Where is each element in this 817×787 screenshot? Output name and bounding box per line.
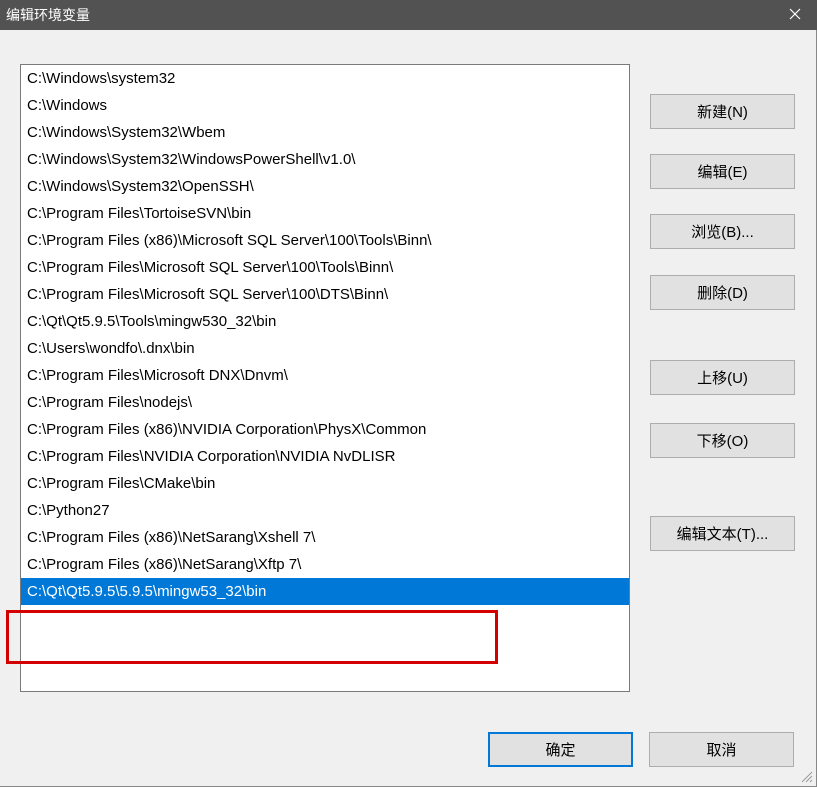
list-item[interactable]: C:\Program Files\CMake\bin [21,470,629,497]
delete-button[interactable]: 删除(D) [650,275,795,310]
list-item[interactable]: C:\Program Files\TortoiseSVN\bin [21,200,629,227]
list-item[interactable]: C:\Program Files\Microsoft DNX\Dnvm\ [21,362,629,389]
list-item[interactable]: C:\Program Files (x86)\NVIDIA Corporatio… [21,416,629,443]
cancel-button[interactable]: 取消 [649,732,794,767]
edit-button[interactable]: 编辑(E) [650,154,795,189]
list-item[interactable]: C:\Program Files (x86)\NetSarang\Xftp 7\ [21,551,629,578]
ok-button[interactable]: 确定 [488,732,633,767]
list-item[interactable]: C:\Users\wondfo\.dnx\bin [21,335,629,362]
close-button[interactable] [772,0,817,30]
close-icon [789,0,801,30]
list-item[interactable]: C:\Windows\System32\WindowsPowerShell\v1… [21,146,629,173]
list-item[interactable]: C:\Python27 [21,497,629,524]
resize-grip[interactable] [799,769,813,783]
move-down-button[interactable]: 下移(O) [650,423,795,458]
list-item[interactable]: C:\Qt\Qt5.9.5\Tools\mingw530_32\bin [21,308,629,335]
move-up-button[interactable]: 上移(U) [650,360,795,395]
path-listbox[interactable]: C:\Windows\system32C:\WindowsC:\Windows\… [20,64,630,692]
list-item[interactable]: C:\Windows [21,92,629,119]
list-item[interactable]: C:\Windows\System32\OpenSSH\ [21,173,629,200]
window-title: 编辑环境变量 [6,0,772,30]
list-item[interactable]: C:\Program Files\Microsoft SQL Server\10… [21,281,629,308]
list-item[interactable]: C:\Program Files\NVIDIA Corporation\NVID… [21,443,629,470]
bottom-button-row: 确定 取消 [488,732,794,767]
title-bar: 编辑环境变量 [0,0,817,30]
list-item[interactable]: C:\Program Files (x86)\NetSarang\Xshell … [21,524,629,551]
list-item[interactable]: C:\Windows\system32 [21,65,629,92]
browse-button[interactable]: 浏览(B)... [650,214,795,249]
list-item[interactable]: C:\Program Files (x86)\Microsoft SQL Ser… [21,227,629,254]
new-button[interactable]: 新建(N) [650,94,795,129]
list-item[interactable]: C:\Qt\Qt5.9.5\5.9.5\mingw53_32\bin [21,578,629,605]
list-item[interactable]: C:\Program Files\Microsoft SQL Server\10… [21,254,629,281]
list-item[interactable]: C:\Windows\System32\Wbem [21,119,629,146]
list-item[interactable]: C:\Program Files\nodejs\ [21,389,629,416]
dialog-content: C:\Windows\system32C:\WindowsC:\Windows\… [0,30,817,787]
edit-text-button[interactable]: 编辑文本(T)... [650,516,795,551]
